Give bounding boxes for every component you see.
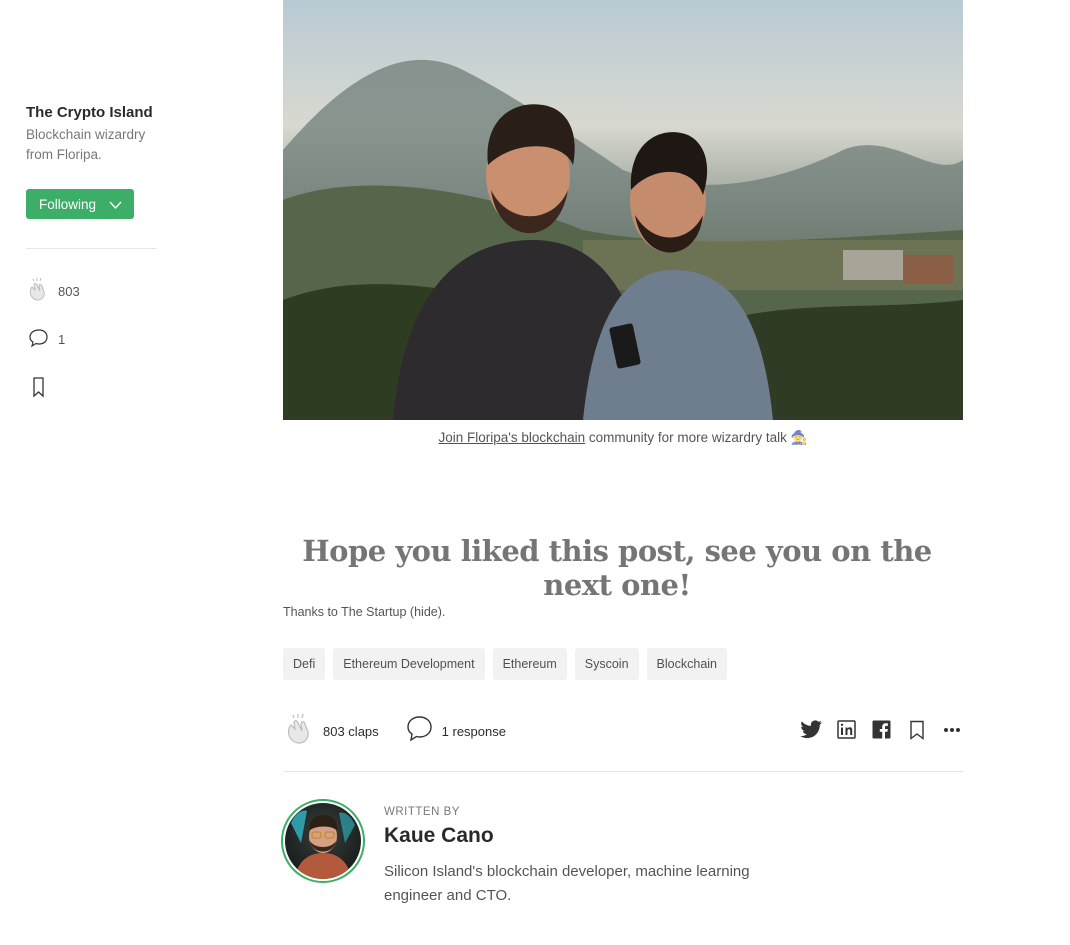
- claps-count: 803 claps: [323, 723, 379, 739]
- sidebar-clap-button[interactable]: 803: [26, 277, 80, 305]
- author-bio: Silicon Island's blockchain developer, m…: [384, 863, 750, 904]
- closing-headline: Hope you liked this post, see you on the…: [302, 534, 932, 602]
- publication-sidebar: The Crypto Island Blockchain wizardry fr…: [26, 104, 158, 398]
- tag-syscoin[interactable]: Syscoin: [574, 648, 639, 680]
- following-button[interactable]: Following: [26, 189, 134, 219]
- image-caption: Join Floripa's blockchain community for …: [283, 430, 963, 446]
- author-photo: [285, 803, 361, 879]
- thanks-note: Thanks to The Startup (hide).: [283, 605, 446, 619]
- tag-blockchain[interactable]: Blockchain: [646, 648, 727, 680]
- facebook-icon: [872, 720, 891, 739]
- twitter-icon: [800, 720, 822, 739]
- sidebar-bookmark-button[interactable]: [26, 376, 51, 401]
- responses-button[interactable]: 1 response: [405, 714, 506, 748]
- bookmark-icon: [26, 376, 51, 401]
- sidebar-responses-count: 1: [58, 332, 66, 347]
- article-actions-bar: 803 claps 1 response: [283, 712, 963, 752]
- publication-description: Blockchain wizardry from Floripa.: [26, 127, 146, 162]
- linkedin-share-button[interactable]: [835, 718, 858, 741]
- sidebar-divider: [26, 248, 157, 249]
- more-options-button[interactable]: [940, 718, 963, 741]
- following-button-label: Following: [39, 196, 97, 212]
- publication-name[interactable]: The Crypto Island: [26, 104, 158, 121]
- clap-icon: [26, 277, 51, 305]
- caption-text: community for more wizardry talk: [585, 430, 791, 445]
- wizard-emoji: 🧙: [790, 430, 808, 445]
- tag-ethereum[interactable]: Ethereum: [492, 648, 567, 680]
- caption-link[interactable]: Join Floripa's blockchain: [438, 430, 585, 445]
- written-by-label: WRITTEN BY: [384, 806, 460, 818]
- comment-icon: [405, 714, 434, 748]
- hero-image: [283, 0, 963, 420]
- author-name[interactable]: Kaue Cano: [384, 824, 494, 848]
- chevron-down-icon: [109, 198, 122, 213]
- engagement-group: 803 claps 1 response: [283, 712, 506, 750]
- twitter-share-button[interactable]: [800, 718, 823, 741]
- tag-ethereum-development[interactable]: Ethereum Development: [333, 648, 485, 680]
- sidebar-responses-button[interactable]: 1: [26, 328, 65, 351]
- clap-button[interactable]: 803 claps: [283, 712, 379, 750]
- bookmark-button[interactable]: [905, 718, 928, 741]
- clap-icon: [283, 712, 316, 750]
- linkedin-icon: [837, 720, 856, 739]
- facebook-share-button[interactable]: [870, 718, 893, 741]
- author-avatar[interactable]: [281, 799, 365, 883]
- bookmark-icon: [909, 720, 924, 740]
- tag-defi[interactable]: Defi: [283, 648, 326, 680]
- section-divider: [283, 771, 963, 772]
- share-group: [800, 718, 963, 741]
- tag-list: Defi Ethereum Development Ethereum Sysco…: [283, 648, 727, 680]
- sidebar-clap-count: 803: [58, 283, 80, 299]
- responses-count: 1 response: [441, 723, 506, 739]
- more-icon: [943, 727, 960, 732]
- comment-icon: [26, 328, 51, 351]
